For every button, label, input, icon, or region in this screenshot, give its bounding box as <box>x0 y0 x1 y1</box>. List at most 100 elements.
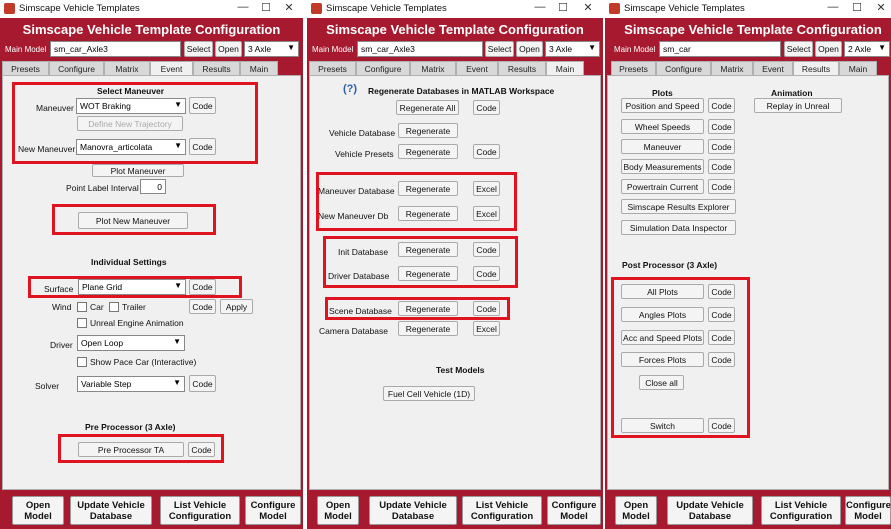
driver-database-regenerate-button[interactable]: Regenerate <box>398 266 458 281</box>
open-button[interactable]: Open <box>815 41 842 57</box>
tab-matrix[interactable]: Matrix <box>410 61 456 76</box>
maneuver-code-button[interactable]: Code <box>189 97 216 114</box>
configure-model-button[interactable]: Configure Model <box>845 496 891 525</box>
acc-and-speed-plots-button[interactable]: Acc and Speed Plots <box>621 330 704 345</box>
axle-dropdown[interactable]: 2 Axle ▼ <box>844 41 890 57</box>
driver-dropdown[interactable]: Open Loop ▼ <box>77 335 185 351</box>
tab-presets[interactable]: Presets <box>2 61 49 76</box>
wind-code-button[interactable]: Code <box>189 299 216 314</box>
init-database-code-button[interactable]: Code <box>473 242 500 257</box>
apply-button[interactable]: Apply <box>220 299 253 314</box>
axle-dropdown[interactable]: 3 Axle ▼ <box>545 41 600 57</box>
surface-code-button[interactable]: Code <box>189 279 216 295</box>
angles-plots-code-button[interactable]: Code <box>708 307 735 322</box>
select-button[interactable]: Select <box>485 41 514 57</box>
powertrain-current-button[interactable]: Powertrain Current <box>621 179 704 194</box>
acc-and-speed-plots-code-button[interactable]: Code <box>708 330 735 345</box>
camera-database-excel-button[interactable]: Excel <box>473 321 500 336</box>
wheel-speeds-button[interactable]: Wheel Speeds <box>621 119 704 134</box>
pre-processor-ta-button[interactable]: Pre Processor TA <box>78 442 184 457</box>
scene-database-regenerate-button[interactable]: Regenerate <box>398 301 458 316</box>
camera-database-regenerate-button[interactable]: Regenerate <box>398 321 458 336</box>
init-database-regenerate-button[interactable]: Regenerate <box>398 242 458 257</box>
driver-database-code-button[interactable]: Code <box>473 266 500 281</box>
wheel-speeds-code-button[interactable]: Code <box>708 119 735 134</box>
replay-in-unreal-button[interactable]: Replay in Unreal <box>754 98 842 113</box>
position-and-speed-code-button[interactable]: Code <box>708 98 735 113</box>
maneuver-database-regenerate-button[interactable]: Regenerate <box>398 181 458 196</box>
main-model-field[interactable]: sm_car_Axle3 <box>357 41 483 57</box>
tab-results[interactable]: Results <box>793 61 839 76</box>
vehicle-presets-code-button[interactable]: Code <box>473 144 500 159</box>
switch-code-button[interactable]: Code <box>708 418 735 433</box>
tab-configure[interactable]: Configure <box>49 61 104 76</box>
close-icon[interactable]: ✕ <box>581 1 595 14</box>
tab-event[interactable]: Event <box>456 61 498 76</box>
minimize-icon[interactable]: — <box>533 1 547 13</box>
maximize-icon[interactable]: ☐ <box>259 1 273 14</box>
pre-processor-code-button[interactable]: Code <box>188 442 215 457</box>
close-icon[interactable]: ✕ <box>874 1 888 14</box>
new-maneuver-db-regenerate-button[interactable]: Regenerate <box>398 206 458 221</box>
plot-new-maneuver-button[interactable]: Plot New Maneuver <box>78 212 188 229</box>
close-all-button[interactable]: Close all <box>639 375 684 390</box>
car-checkbox[interactable] <box>77 302 87 312</box>
solver-code-button[interactable]: Code <box>189 375 216 392</box>
update-vehicle-database-button[interactable]: Update Vehicle Database <box>70 496 152 525</box>
tab-configure[interactable]: Configure <box>656 61 711 76</box>
regenerate-all-code-button[interactable]: Code <box>473 100 500 115</box>
solver-dropdown[interactable]: Variable Step ▼ <box>77 376 185 392</box>
forces-plots-button[interactable]: Forces Plots <box>621 352 704 367</box>
pace-car-checkbox[interactable] <box>77 357 87 367</box>
tab-presets[interactable]: Presets <box>309 61 356 76</box>
list-vehicle-configuration-button[interactable]: List Vehicle Configuration <box>160 496 240 525</box>
powertrain-current-code-button[interactable]: Code <box>708 179 735 194</box>
list-vehicle-configuration-button[interactable]: List Vehicle Configuration <box>462 496 542 525</box>
configure-model-button[interactable]: Configure Model <box>547 496 601 525</box>
tab-configure[interactable]: Configure <box>356 61 410 76</box>
tab-main[interactable]: Main <box>240 61 278 76</box>
simscape-results-explorer-button[interactable]: Simscape Results Explorer <box>621 199 736 214</box>
axle-dropdown[interactable]: 3 Axle ▼ <box>244 41 299 57</box>
maneuver-plot-button[interactable]: Maneuver <box>621 139 704 154</box>
open-button[interactable]: Open <box>215 41 242 57</box>
scene-database-code-button[interactable]: Code <box>473 301 500 316</box>
new-maneuver-dropdown[interactable]: Manovra_articolata ▼ <box>76 139 186 155</box>
vehicle-database-regenerate-button[interactable]: Regenerate <box>398 123 458 138</box>
maneuver-plot-code-button[interactable]: Code <box>708 139 735 154</box>
list-vehicle-configuration-button[interactable]: List Vehicle Configuration <box>761 496 841 525</box>
new-maneuver-db-excel-button[interactable]: Excel <box>473 206 500 221</box>
forces-plots-code-button[interactable]: Code <box>708 352 735 367</box>
tab-event[interactable]: Event <box>753 61 793 76</box>
tab-event[interactable]: Event <box>150 61 193 76</box>
new-maneuver-code-button[interactable]: Code <box>189 138 216 155</box>
fuel-cell-vehicle-button[interactable]: Fuel Cell Vehicle (1D) <box>383 386 475 401</box>
body-measurements-button[interactable]: Body Measurements <box>621 159 704 174</box>
help-icon[interactable]: (?) <box>343 83 357 95</box>
tab-results[interactable]: Results <box>193 61 240 76</box>
update-vehicle-database-button[interactable]: Update Vehicle Database <box>667 496 753 525</box>
tab-presets[interactable]: Presets <box>611 61 656 76</box>
main-model-field[interactable]: sm_car <box>659 41 781 57</box>
tab-main[interactable]: Main <box>839 61 877 76</box>
open-button[interactable]: Open <box>516 41 543 57</box>
maneuver-database-excel-button[interactable]: Excel <box>473 181 500 196</box>
surface-dropdown[interactable]: Plane Grid ▼ <box>78 279 186 295</box>
position-and-speed-button[interactable]: Position and Speed <box>621 98 704 113</box>
select-button[interactable]: Select <box>784 41 813 57</box>
simulation-data-inspector-button[interactable]: Simulation Data Inspector <box>621 220 736 235</box>
minimize-icon[interactable]: — <box>236 1 250 13</box>
trailer-checkbox[interactable] <box>109 302 119 312</box>
update-vehicle-database-button[interactable]: Update Vehicle Database <box>369 496 457 525</box>
open-model-button[interactable]: Open Model <box>615 496 657 525</box>
minimize-icon[interactable]: — <box>826 1 840 13</box>
tab-matrix[interactable]: Matrix <box>711 61 753 76</box>
select-button[interactable]: Select <box>184 41 213 57</box>
angles-plots-button[interactable]: Angles Plots <box>621 307 704 322</box>
plot-maneuver-button[interactable]: Plot Maneuver <box>92 164 184 177</box>
open-model-button[interactable]: Open Model <box>317 496 359 525</box>
close-icon[interactable]: ✕ <box>282 1 296 14</box>
maximize-icon[interactable]: ☐ <box>556 1 570 14</box>
maneuver-dropdown[interactable]: WOT Braking ▼ <box>76 98 186 114</box>
configure-model-button[interactable]: Configure Model <box>245 496 301 525</box>
